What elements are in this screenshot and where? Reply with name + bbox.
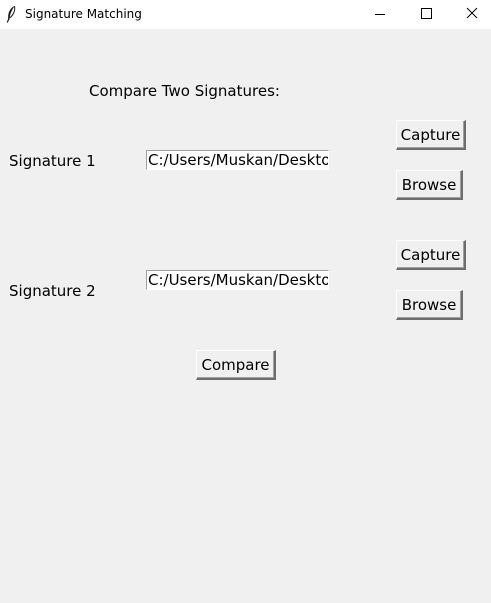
signature1-label: Signature 1	[9, 152, 96, 170]
signature2-browse-button[interactable]: Browse	[396, 290, 463, 320]
maximize-button[interactable]	[403, 0, 449, 29]
title-bar[interactable]: Signature Matching	[0, 0, 491, 29]
signature1-capture-button[interactable]: Capture	[396, 120, 466, 150]
signature2-path-input[interactable]	[146, 270, 329, 290]
page-heading: Compare Two Signatures:	[89, 82, 280, 100]
maximize-icon	[421, 8, 432, 19]
minimize-icon	[375, 14, 385, 15]
signature2-label: Signature 2	[9, 282, 96, 300]
window-title: Signature Matching	[25, 7, 142, 21]
close-button[interactable]	[449, 0, 491, 29]
minimize-button[interactable]	[357, 0, 403, 29]
signature1-browse-button[interactable]: Browse	[396, 170, 463, 200]
feather-icon	[4, 5, 18, 23]
close-icon	[466, 7, 478, 19]
compare-button[interactable]: Compare	[196, 350, 276, 380]
signature1-path-input[interactable]	[146, 150, 329, 170]
main-panel: Compare Two Signatures: Signature 1 Capt…	[0, 29, 491, 603]
signature2-capture-button[interactable]: Capture	[396, 240, 466, 270]
